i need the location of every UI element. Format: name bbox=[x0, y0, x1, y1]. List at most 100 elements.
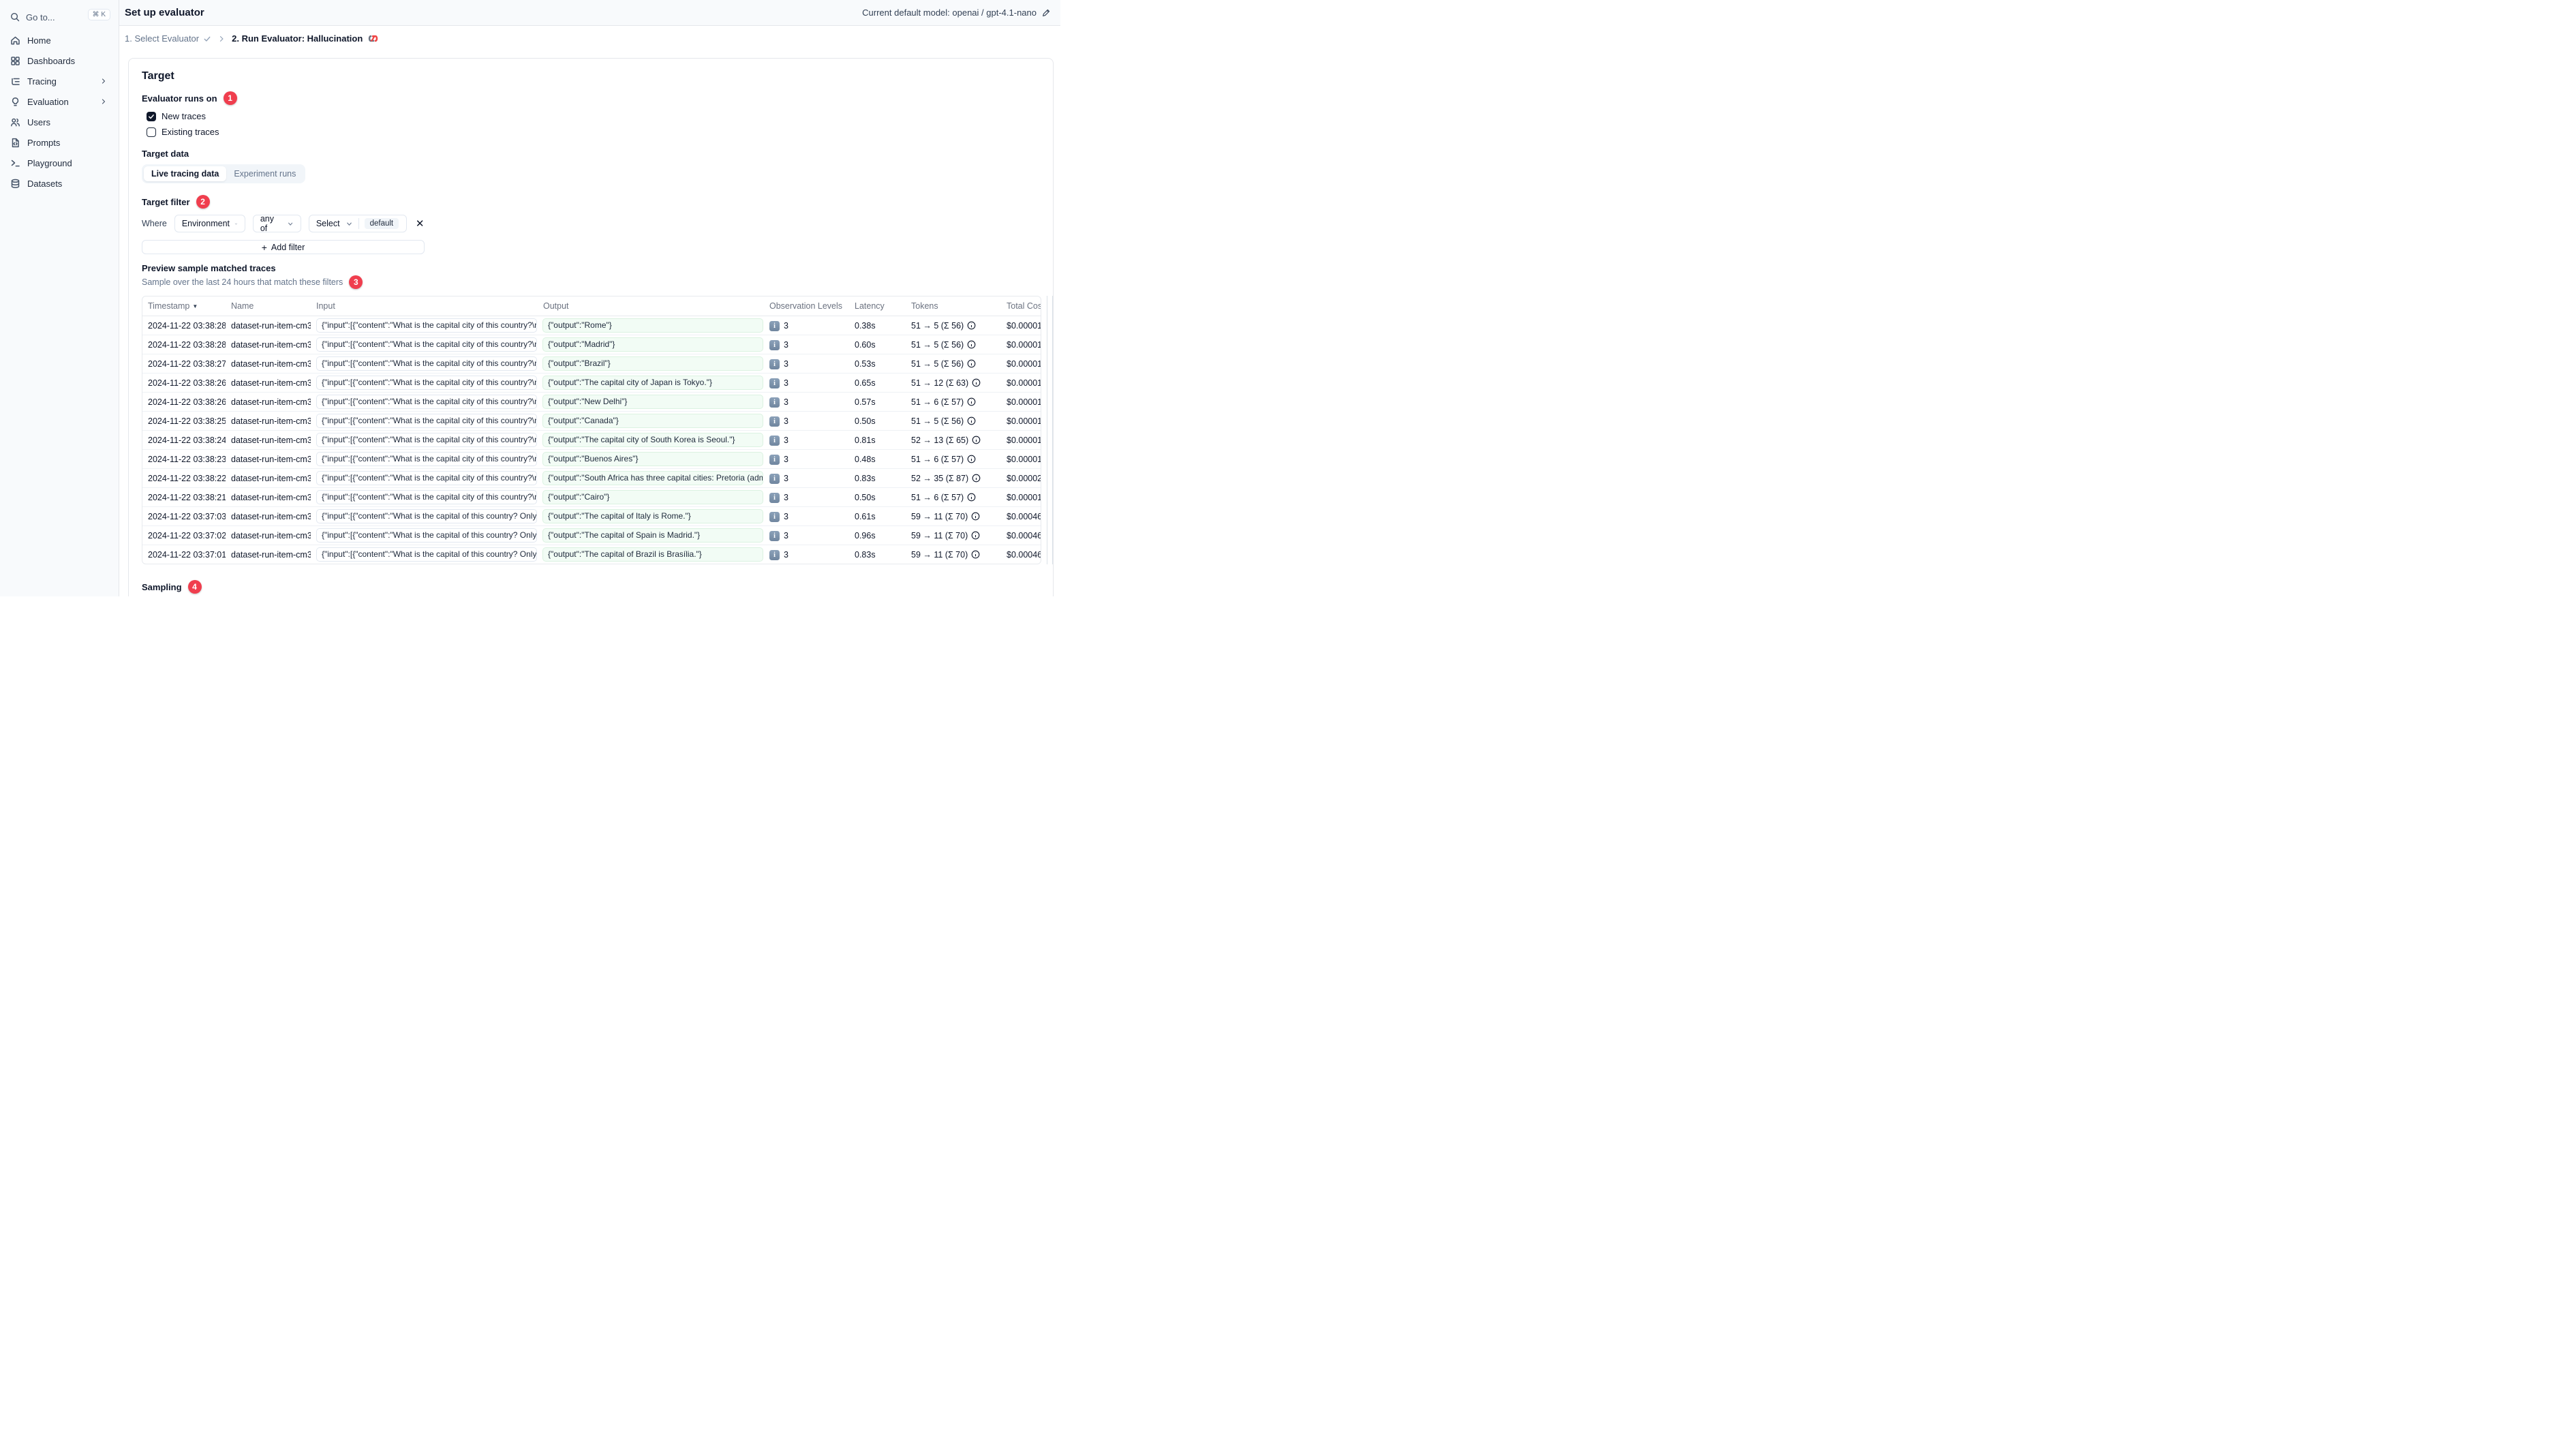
sidebar-item-users[interactable]: Users bbox=[0, 112, 119, 132]
table-row[interactable]: 2024-11-22 03:37:03 dataset-run-item-cm3… bbox=[142, 506, 1041, 526]
col-tokens[interactable]: Tokens bbox=[906, 296, 1001, 317]
input-cell[interactable]: {"input":[{"content":"What is the capita… bbox=[316, 414, 537, 429]
filter-operator-select[interactable]: any of bbox=[252, 214, 301, 233]
hallucination-knot-icon bbox=[369, 35, 378, 42]
col-observation-levels[interactable]: Observation Levels bbox=[764, 296, 849, 317]
input-cell[interactable]: {"input":[{"content":"What is the capita… bbox=[316, 395, 537, 410]
annotation-badge-2: 2 bbox=[196, 195, 210, 209]
sidebar-item-datasets[interactable]: Datasets bbox=[0, 173, 119, 194]
table-header-row: Timestamp ▼ Name Input Output Observation… bbox=[142, 296, 1041, 317]
input-cell[interactable]: {"input":[{"content":"What is the capita… bbox=[316, 337, 537, 352]
sidebar-item-tracing[interactable]: Tracing bbox=[0, 71, 119, 91]
info-circle-icon[interactable] bbox=[967, 340, 976, 349]
output-cell[interactable]: {"output":"The capital of Italy is Rome.… bbox=[542, 509, 763, 524]
input-cell[interactable]: {"input":[{"content":"What is the capita… bbox=[316, 318, 537, 333]
output-cell[interactable]: {"output":"New Delhi"} bbox=[542, 395, 763, 410]
input-cell[interactable]: {"input":[{"content":"What is the capita… bbox=[316, 356, 537, 371]
table-row[interactable]: 2024-11-22 03:38:21 dataset-run-item-cm3… bbox=[142, 487, 1041, 507]
table-row[interactable]: 2024-11-22 03:38:26 dataset-run-item-cm3… bbox=[142, 392, 1041, 412]
filter-value-select[interactable]: Select default bbox=[308, 215, 407, 233]
col-output[interactable]: Output bbox=[538, 296, 764, 317]
step2-label: 2. Run Evaluator: Hallucination bbox=[232, 33, 363, 44]
output-cell[interactable]: {"output":"The capital of Spain is Madri… bbox=[542, 528, 763, 543]
table-row[interactable]: 2024-11-22 03:37:02 dataset-run-item-cm3… bbox=[142, 525, 1041, 545]
input-cell[interactable]: {"input":[{"content":"What is the capita… bbox=[316, 376, 537, 391]
output-cell[interactable]: {"output":"Rome"} bbox=[542, 318, 763, 333]
tokens-cell: 52 → 35 (Σ 87) bbox=[911, 473, 969, 483]
checkbox-unchecked-icon bbox=[147, 127, 156, 137]
step-select-evaluator[interactable]: 1. Select Evaluator bbox=[125, 33, 211, 44]
info-circle-icon[interactable] bbox=[972, 474, 981, 483]
input-cell[interactable]: {"input":[{"content":"What is the capita… bbox=[316, 547, 537, 562]
table-row[interactable]: 2024-11-22 03:37:01 dataset-run-item-cm3… bbox=[142, 545, 1041, 564]
info-circle-icon[interactable] bbox=[972, 378, 981, 387]
observation-level-count: 3 bbox=[784, 416, 788, 427]
table-row[interactable]: 2024-11-22 03:38:25 dataset-run-item-cm3… bbox=[142, 411, 1041, 431]
col-name[interactable]: Name bbox=[226, 296, 311, 317]
terminal-icon bbox=[11, 159, 20, 166]
output-cell[interactable]: {"output":"Cairo"} bbox=[542, 490, 763, 505]
output-cell[interactable]: {"output":"The capital city of Japan is … bbox=[542, 376, 763, 391]
info-circle-icon[interactable] bbox=[971, 550, 980, 559]
input-cell[interactable]: {"input":[{"content":"What is the capita… bbox=[316, 490, 537, 505]
timestamp-cell: 2024-11-22 03:37:02 bbox=[142, 525, 226, 545]
input-cell[interactable]: {"input":[{"content":"What is the capita… bbox=[316, 433, 537, 448]
chevron-right-icon bbox=[102, 99, 106, 104]
info-circle-icon[interactable] bbox=[971, 512, 980, 521]
info-circle-icon[interactable] bbox=[971, 531, 980, 540]
col-timestamp[interactable]: Timestamp ▼ bbox=[142, 296, 226, 317]
evaluator-runs-on-label: Evaluator runs on bbox=[142, 93, 217, 104]
output-cell[interactable]: {"output":"Brazil"} bbox=[542, 356, 763, 371]
filter-column-select[interactable]: Environment bbox=[174, 215, 245, 233]
checkbox-new-traces[interactable]: New traces bbox=[142, 111, 1053, 121]
input-cell[interactable]: {"input":[{"content":"What is the capita… bbox=[316, 509, 537, 524]
sidebar-item-home[interactable]: Home bbox=[0, 30, 119, 50]
goto-search[interactable]: Go to... ⌘ K bbox=[0, 7, 119, 27]
info-circle-icon[interactable] bbox=[967, 455, 976, 463]
table-row[interactable]: 2024-11-22 03:38:22 dataset-run-item-cm3… bbox=[142, 468, 1041, 488]
input-cell[interactable]: {"input":[{"content":"What is the capita… bbox=[316, 452, 537, 467]
output-cell[interactable]: {"output":"The capital of Brazil is Bras… bbox=[542, 547, 763, 562]
edit-pencil-icon[interactable] bbox=[1041, 8, 1051, 18]
prompts-icon bbox=[12, 138, 19, 147]
target-data-label: Target data bbox=[142, 149, 189, 159]
info-circle-icon[interactable] bbox=[967, 493, 976, 502]
info-circle-icon[interactable] bbox=[967, 416, 976, 425]
tab-live-tracing-data[interactable]: Live tracing data bbox=[144, 166, 227, 182]
input-cell[interactable]: {"input":[{"content":"What is the capita… bbox=[316, 471, 537, 486]
table-row[interactable]: 2024-11-22 03:38:26 dataset-run-item-cm3… bbox=[142, 373, 1041, 393]
sidebar-item-label: Home bbox=[27, 35, 51, 46]
table-row[interactable]: 2024-11-22 03:38:28 dataset-run-item-cm3… bbox=[142, 316, 1041, 335]
info-circle-icon[interactable] bbox=[967, 321, 976, 330]
output-cell[interactable]: {"output":"Buenos Aires"} bbox=[542, 452, 763, 467]
tab-experiment-runs[interactable]: Experiment runs bbox=[226, 166, 303, 181]
table-row[interactable]: 2024-11-22 03:38:28 dataset-run-item-cm3… bbox=[142, 335, 1041, 354]
checkbox-existing-traces[interactable]: Existing traces bbox=[142, 127, 1053, 137]
info-circle-icon[interactable] bbox=[967, 397, 976, 406]
table-scrollbar[interactable] bbox=[1047, 296, 1053, 565]
output-cell[interactable]: {"output":"Canada"} bbox=[542, 414, 763, 429]
search-icon bbox=[11, 13, 20, 22]
table-row[interactable]: 2024-11-22 03:38:27 dataset-run-item-cm3… bbox=[142, 354, 1041, 373]
sidebar-item-evaluation[interactable]: Evaluation bbox=[0, 91, 119, 112]
table-row[interactable]: 2024-11-22 03:38:24 dataset-run-item-cm3… bbox=[142, 430, 1041, 450]
output-cell[interactable]: {"output":"Madrid"} bbox=[542, 337, 763, 352]
traces-table: Timestamp ▼ Name Input Output Observation… bbox=[142, 296, 1041, 565]
remove-filter-button[interactable]: ✕ bbox=[414, 217, 426, 230]
col-total-cost[interactable]: Total Cost bbox=[1001, 296, 1041, 317]
input-cell[interactable]: {"input":[{"content":"What is the capita… bbox=[316, 528, 537, 543]
table-row[interactable]: 2024-11-22 03:38:23 dataset-run-item-cm3… bbox=[142, 449, 1041, 469]
sidebar-item-prompts[interactable]: Prompts bbox=[0, 132, 119, 153]
info-circle-icon[interactable] bbox=[972, 436, 981, 444]
info-circle-icon[interactable] bbox=[967, 359, 976, 368]
sidebar-item-dashboards[interactable]: Dashboards bbox=[0, 50, 119, 71]
output-cell[interactable]: {"output":"The capital city of South Kor… bbox=[542, 433, 763, 448]
output-cell[interactable]: {"output":"South Africa has three capita… bbox=[542, 471, 763, 486]
add-filter-button[interactable]: + Add filter bbox=[142, 240, 425, 255]
observation-level-count: 3 bbox=[784, 531, 788, 541]
col-latency[interactable]: Latency bbox=[849, 296, 906, 317]
sidebar-item-playground[interactable]: Playground bbox=[0, 153, 119, 173]
observation-level-info-icon: i bbox=[769, 530, 780, 541]
observation-level-info-icon: i bbox=[769, 320, 780, 331]
col-input[interactable]: Input bbox=[311, 296, 538, 317]
